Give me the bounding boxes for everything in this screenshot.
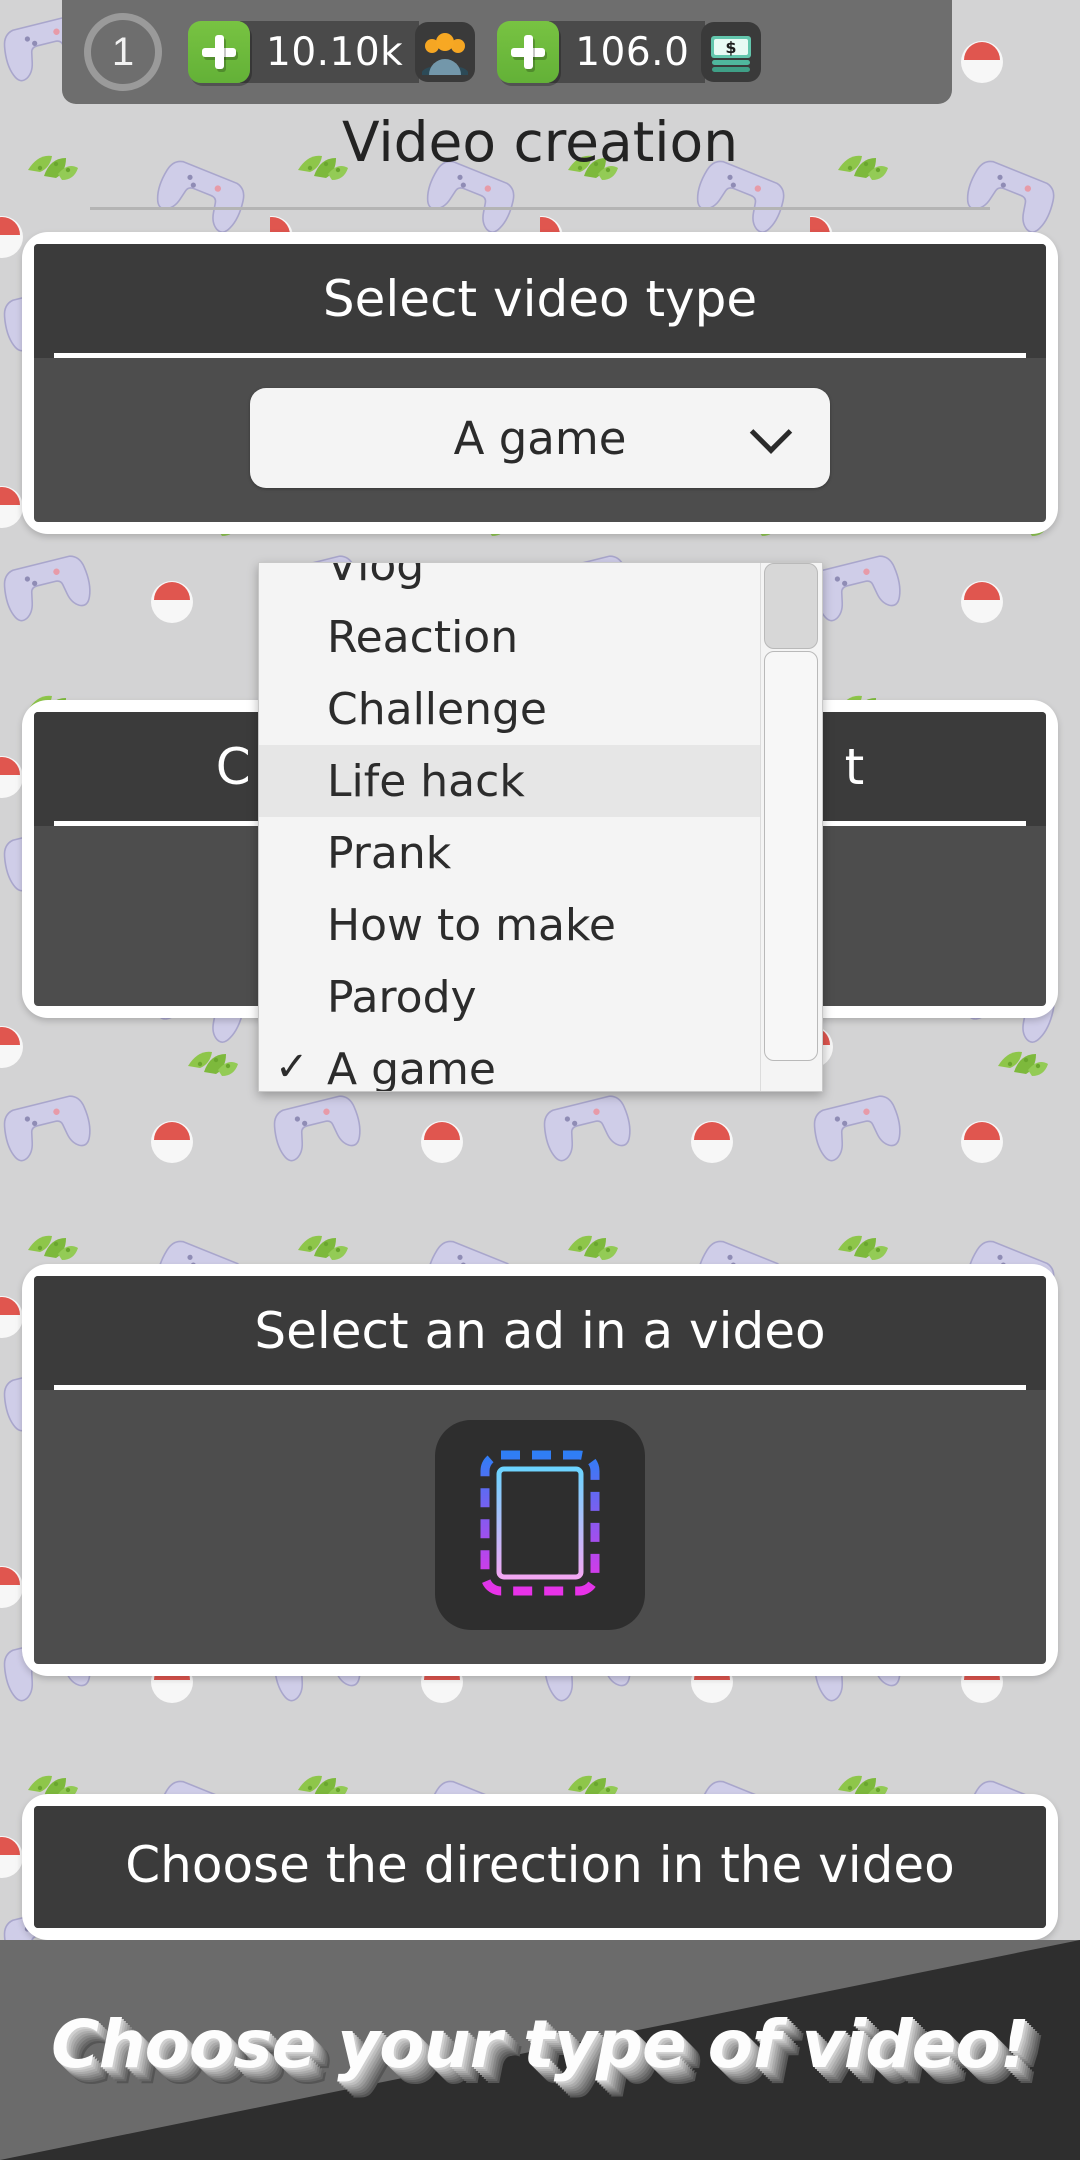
add-subscribers-button[interactable] <box>188 21 250 83</box>
card-title: Select video type <box>322 270 758 328</box>
dropdown-option[interactable]: Challenge <box>259 673 822 745</box>
money-pill: 106.0 <box>549 21 706 83</box>
card-title: Choose the direction in the video <box>125 1836 955 1894</box>
card-header: Select an ad in a video <box>34 1276 1046 1390</box>
video-type-selected-value: A game <box>453 411 627 465</box>
title-divider <box>90 207 990 210</box>
card-body: A game <box>34 358 1046 522</box>
card-title-left-fragment: C <box>215 738 251 796</box>
bottom-ad-banner[interactable]: Choose your type of video! <box>0 1940 1080 2160</box>
dropdown-option[interactable]: Parody <box>259 961 822 1033</box>
ad-slot-button[interactable] <box>435 1420 645 1630</box>
check-icon: ✓ <box>275 1044 309 1090</box>
dropdown-option[interactable]: Vlog <box>259 562 822 601</box>
dropdown-options: Vlog Reaction Challenge Life hack Prank How t… <box>259 562 822 1092</box>
dropdown-option-label: Parody <box>327 971 477 1023</box>
card-body <box>34 1390 1046 1664</box>
dropdown-option-label: A game <box>327 1043 496 1092</box>
neon-ad-frame-icon <box>478 1448 602 1603</box>
svg-text:$: $ <box>726 38 737 57</box>
subscribers-stat: 10.10k <box>188 17 476 87</box>
add-money-button[interactable] <box>497 21 560 83</box>
money-stat: 106.0 $ <box>497 17 762 87</box>
banner-text: Choose your type of video! <box>51 2005 1030 2083</box>
dropdown-option-label: Vlog <box>327 562 425 591</box>
card-header: Choose the direction in the video <box>34 1806 1046 1928</box>
card-inner: Choose the direction in the video <box>34 1806 1046 1928</box>
subscribers-value: 10.10k <box>266 29 404 75</box>
dropdown-option[interactable]: Life hack <box>259 745 822 817</box>
level-value: 1 <box>111 30 135 74</box>
dropdown-option-label: Reaction <box>327 611 519 663</box>
dropdown-option-label: How to make <box>327 899 616 951</box>
card-choose-direction: Choose the direction in the video <box>22 1794 1058 1940</box>
card-inner: Select an ad in a video <box>34 1276 1046 1664</box>
dropdown-scrollbar-thumb[interactable] <box>764 651 818 1061</box>
dropdown-scrollbar-spacer <box>764 563 818 649</box>
dropdown-option-label: Life hack <box>327 755 525 807</box>
video-type-dropdown-list[interactable]: Vlog Reaction Challenge Life hack Prank How t… <box>258 562 823 1092</box>
card-title: Select an ad in a video <box>254 1302 826 1360</box>
card-title-right-fragment: t <box>844 738 865 796</box>
people-icon <box>415 22 476 82</box>
dropdown-option[interactable]: How to make <box>259 889 822 961</box>
dropdown-option-label: Prank <box>327 827 452 879</box>
dropdown-option-label: Challenge <box>327 683 547 735</box>
dropdown-option[interactable]: ✓ A game <box>259 1033 822 1092</box>
dropdown-option[interactable]: Reaction <box>259 601 822 673</box>
page-title: Video creation <box>341 110 739 174</box>
dropdown-option[interactable]: Prank <box>259 817 822 889</box>
money-value: 106.0 <box>575 29 690 75</box>
card-inner: Select video type A game <box>34 244 1046 522</box>
top-status-bar: 1 10.10k 106.0 $ <box>62 0 952 104</box>
video-type-select[interactable]: A game <box>250 388 830 488</box>
card-header: Select video type <box>34 244 1046 358</box>
chevron-down-icon <box>754 418 788 452</box>
banknote-icon: $ <box>701 22 762 82</box>
subscribers-pill: 10.10k <box>240 21 420 83</box>
level-badge: 1 <box>84 13 162 91</box>
card-select-ad: Select an ad in a video <box>22 1264 1058 1676</box>
dropdown-scrollbar-track[interactable] <box>760 563 822 1091</box>
card-select-video-type: Select video type A game <box>22 232 1058 534</box>
